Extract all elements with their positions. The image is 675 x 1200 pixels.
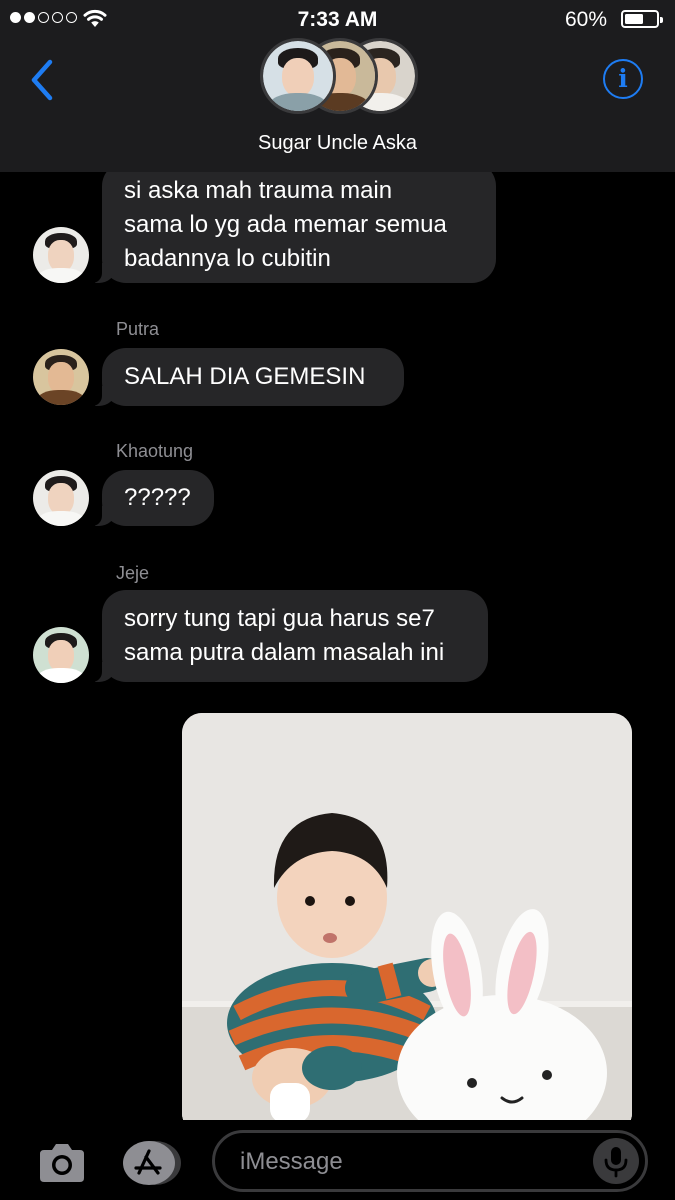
message-list[interactable]: si aska mah trauma main sama lo yg ada m… xyxy=(0,172,675,1120)
battery-icon xyxy=(621,10,663,28)
sender-avatar[interactable] xyxy=(33,627,89,683)
message-bubble[interactable]: SALAH DIA GEMESIN xyxy=(92,348,404,406)
back-chevron-icon[interactable] xyxy=(28,58,58,102)
group-name[interactable]: Sugar Uncle Aska xyxy=(0,132,675,155)
message-bubble[interactable]: si aska mah trauma main sama lo yg ada m… xyxy=(92,172,496,283)
sender-name: Jeje xyxy=(116,563,150,583)
group-avatars[interactable] xyxy=(258,38,418,118)
camera-icon[interactable] xyxy=(36,1142,88,1184)
message-input-placeholder: iMessage xyxy=(240,1148,343,1175)
battery-percent: 60% xyxy=(564,8,607,31)
message-bubble[interactable]: sorry tung tapi gua harus se7 sama putra… xyxy=(92,590,488,682)
message-bubble[interactable]: ????? xyxy=(92,470,214,526)
message-input[interactable]: iMessage xyxy=(212,1130,648,1192)
photo-attachment[interactable] xyxy=(182,713,632,1120)
message-text: ????? xyxy=(124,484,191,511)
sender-name: Putra xyxy=(116,319,160,339)
compose-bar: iMessage xyxy=(0,1120,675,1200)
sender-avatar[interactable] xyxy=(33,470,89,526)
message-text: si aska mah trauma main sama lo yg ada m… xyxy=(124,177,447,272)
conversation-header: 7:33 AM 60% Sugar Uncle Aska i xyxy=(0,0,675,172)
sender-name: Khaotung xyxy=(116,441,194,461)
message-text: SALAH DIA GEMESIN xyxy=(124,363,366,390)
photo-image xyxy=(182,713,632,1120)
member-avatar xyxy=(260,38,336,114)
app-store-icon[interactable] xyxy=(122,1140,182,1186)
sender-avatar[interactable] xyxy=(33,227,89,283)
message-text: sorry tung tapi gua harus se7 sama putra… xyxy=(124,605,445,666)
status-bar: 7:33 AM 60% xyxy=(0,0,675,40)
info-icon[interactable]: i xyxy=(603,59,643,99)
microphone-icon[interactable] xyxy=(593,1138,639,1184)
sender-avatar[interactable] xyxy=(33,349,89,405)
